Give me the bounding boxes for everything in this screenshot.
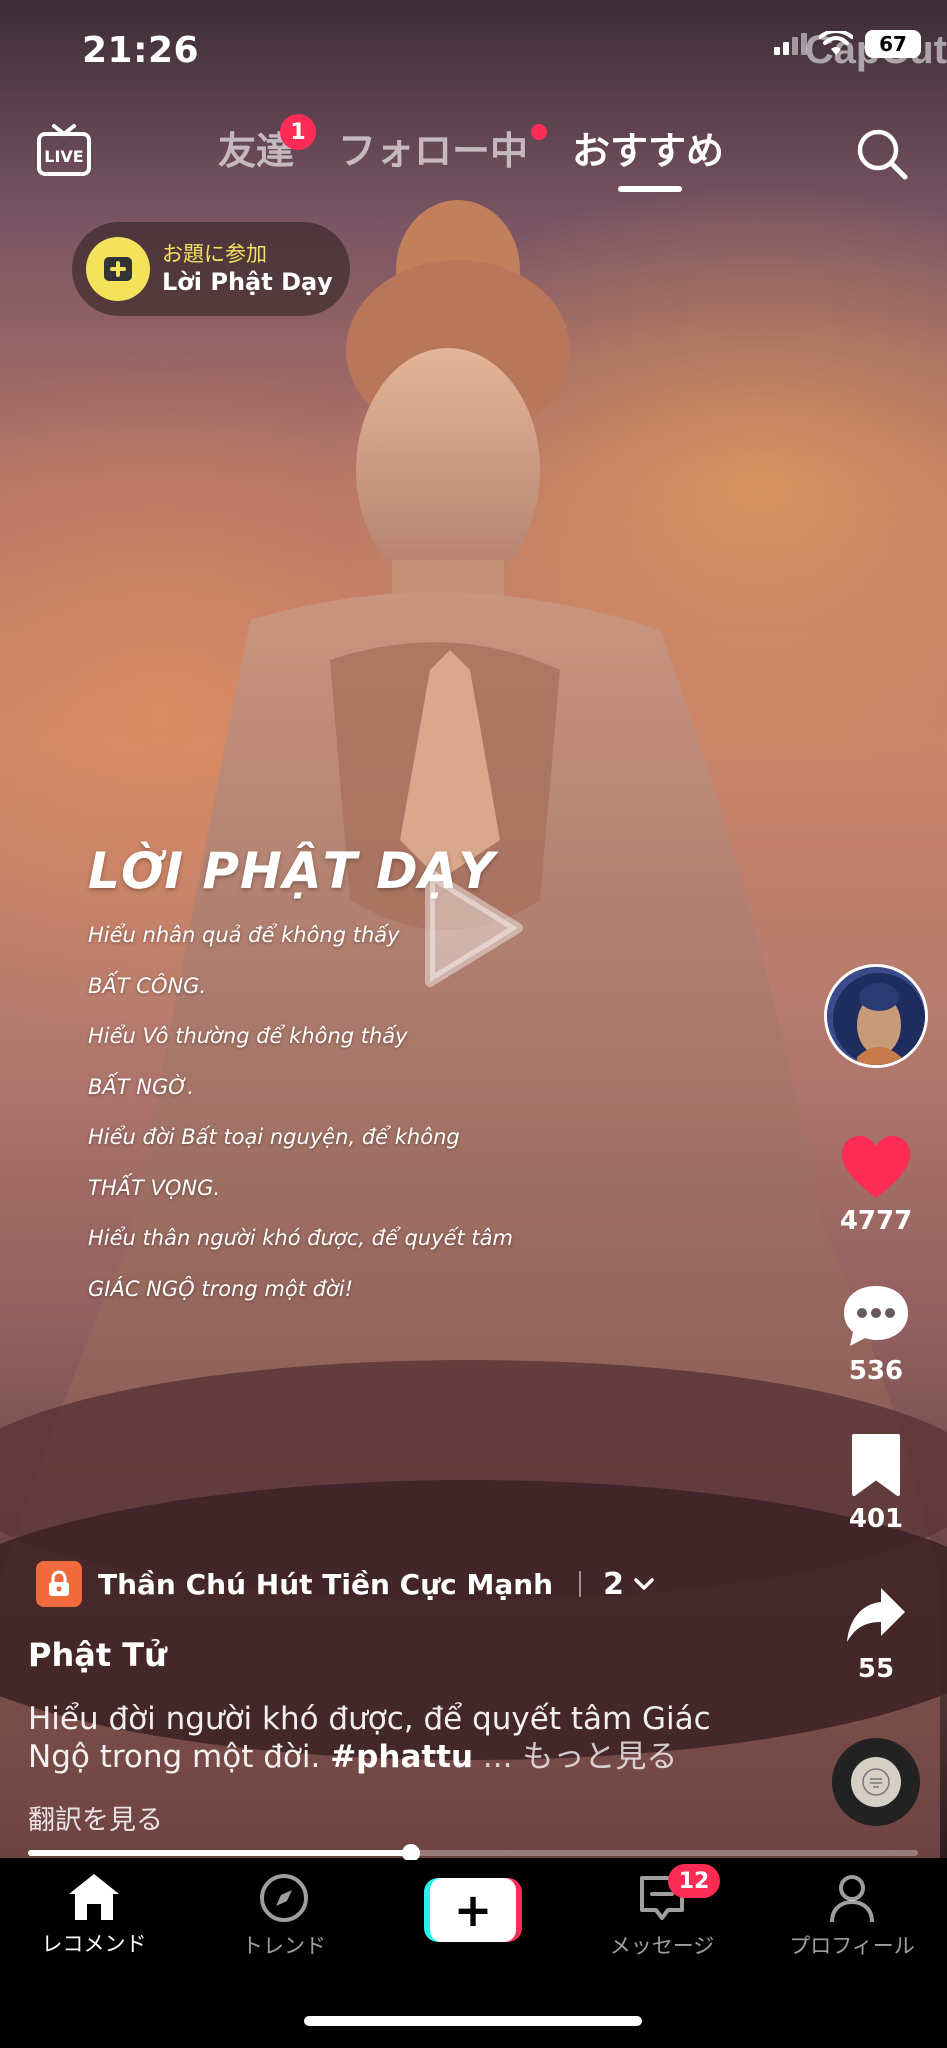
creator-avatar[interactable] [824, 964, 928, 1068]
chevron-down-icon [634, 1578, 654, 1590]
topic-label: お題に参加 [162, 241, 267, 266]
comment-icon [844, 1286, 908, 1346]
tiktok-feed-screen: 21:26 CapCut 67 LIVE 友達 1 フォロー中 おすすめ [0, 0, 947, 2048]
save-count: 401 [848, 1504, 904, 1534]
overlay-line: BẤT NGỜ. [88, 1074, 195, 1099]
save-button[interactable]: 401 [826, 1432, 926, 1534]
tabbar-trend-label: トレンド [242, 1934, 326, 1958]
playlist-count: 2 [603, 1566, 624, 1602]
tab-following[interactable]: フォロー中 [338, 120, 528, 175]
see-more-link[interactable]: ... もっと見る [473, 1739, 677, 1775]
home-indicator [304, 2016, 642, 2026]
share-icon [847, 1588, 905, 1642]
search-icon[interactable] [854, 126, 910, 182]
overlay-line: THẤT VỌNG. [88, 1175, 221, 1200]
see-translation-link[interactable]: 翻訳を見る [28, 1798, 163, 1837]
tabbar-home-label: レコメンド [41, 1932, 147, 1956]
tab-for-you[interactable]: おすすめ [572, 120, 724, 175]
overlay-line: Hiểu đời Bất toại nguyện, để không [88, 1125, 460, 1149]
comment-button[interactable]: 536 [826, 1282, 926, 1386]
active-tab-underline [618, 186, 682, 192]
overlay-line: GIÁC NGỘ trong một đời! [88, 1276, 354, 1301]
topic-name: Lời Phật Dạy [162, 268, 333, 297]
share-count: 55 [857, 1654, 895, 1684]
tabbar-home[interactable]: レコメンド [14, 1872, 174, 1958]
top-tabs: 友達 1 フォロー中 おすすめ [0, 114, 947, 200]
plus-icon: + [430, 1878, 516, 1942]
topic-join-chip[interactable]: お題に参加 Lời Phật Dạy [72, 222, 350, 316]
playlist-lock-icon [36, 1561, 82, 1607]
following-dot [531, 124, 547, 140]
music-disc[interactable] [832, 1738, 920, 1826]
like-button[interactable]: 4777 [826, 1134, 926, 1236]
profile-icon [830, 1875, 874, 1923]
home-icon [69, 1874, 119, 1920]
tabbar-inbox-label: メッセージ [609, 1934, 715, 1958]
playlist-separator [579, 1571, 582, 1597]
heart-icon [842, 1136, 910, 1198]
cellular-signal-icon [774, 33, 807, 55]
tabbar-profile-label: プロフィール [789, 1934, 915, 1958]
post-caption[interactable]: Hiểu đời người khó được, để quyết tâm Gi… [28, 1700, 768, 1776]
share-button[interactable]: 55 [826, 1582, 926, 1684]
hashtag-link[interactable]: #phattu [330, 1739, 473, 1775]
overlay-line: Hiểu Vô thường để không thấy [88, 1024, 408, 1048]
progress-fill [28, 1850, 411, 1856]
playlist-name: Thần Chú Hút Tiền Cực Mạnh [98, 1567, 554, 1601]
tabbar-profile[interactable]: プロフィール [772, 1872, 932, 1960]
comment-count: 536 [848, 1356, 904, 1386]
like-count: 4777 [839, 1206, 913, 1236]
compass-icon [260, 1874, 308, 1922]
battery-icon: 67 [865, 30, 921, 58]
video-progress-bar[interactable] [28, 1844, 918, 1862]
bookmark-icon [852, 1434, 900, 1496]
wifi-icon [819, 31, 853, 55]
add-topic-icon [86, 237, 150, 301]
status-time: 21:26 [82, 30, 200, 71]
inbox-badge: 12 [668, 1864, 720, 1898]
create-button[interactable]: + [424, 1878, 522, 1942]
play-icon[interactable] [422, 866, 526, 990]
author-name[interactable]: Phật Tử [28, 1636, 167, 1674]
tabbar-trend[interactable]: トレンド [204, 1872, 364, 1960]
playlist-bar[interactable]: Thần Chú Hút Tiền Cực Mạnh 2 [36, 1558, 656, 1610]
status-icons: 67 [774, 30, 921, 58]
overlay-line: Hiểu thân người khó được, để quyết tâm [88, 1226, 513, 1250]
friends-badge: 1 [280, 114, 316, 150]
music-disc-icon [851, 1757, 901, 1807]
